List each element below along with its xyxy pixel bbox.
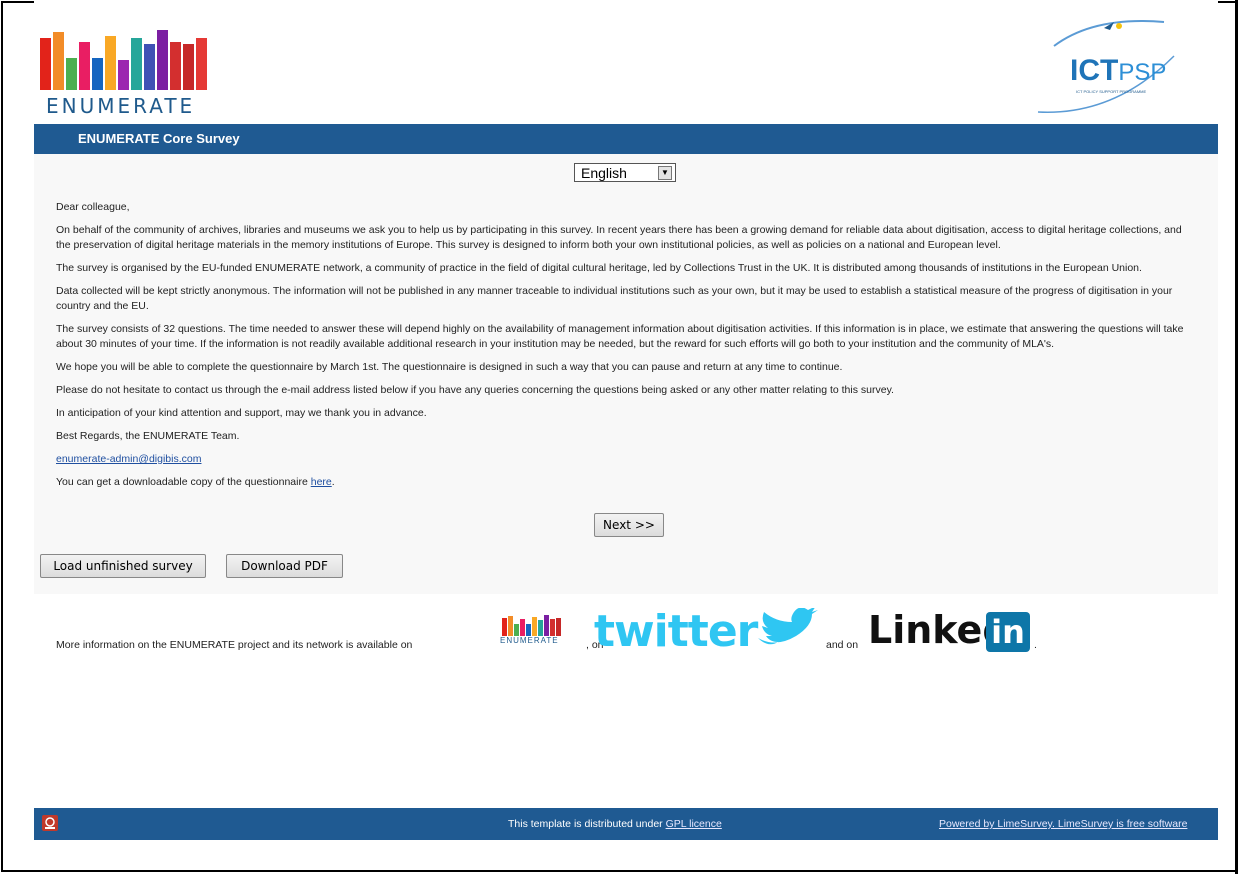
- twitter-link[interactable]: twitter: [594, 606, 758, 657]
- download-pdf-button[interactable]: Download PDF: [226, 554, 343, 578]
- enumerate-mini-logo-link[interactable]: ENUMERATE: [480, 614, 586, 646]
- linkedin-in-icon[interactable]: in: [986, 612, 1030, 652]
- logo-text: ENUMERATE: [46, 94, 196, 118]
- mini-logo-text: ENUMERATE: [500, 636, 559, 645]
- language-select[interactable]: English ▼: [574, 163, 676, 182]
- paragraph: The survey is organised by the EU-funded…: [56, 262, 1142, 274]
- ict-logo-caption: ICT POLICY SUPPORT PROGRAMME: [1076, 89, 1147, 94]
- paragraph: The survey consists of 32 questions. The…: [56, 323, 1184, 350]
- download-text: You can get a downloadable copy of the q…: [56, 476, 308, 488]
- dropdown-arrow-icon[interactable]: ▼: [658, 166, 672, 180]
- next-button[interactable]: Next >>: [594, 513, 664, 537]
- survey-title: ENUMERATE Core Survey: [78, 131, 240, 146]
- download-suffix: .: [331, 476, 335, 488]
- more-info-text: More information on the ENUMERATE projec…: [56, 639, 413, 651]
- load-unfinished-survey-button[interactable]: Load unfinished survey: [40, 554, 206, 578]
- survey-page: ENUMERATE ICTPSP ICT POLICY SUPPORT PROG…: [34, 0, 1218, 874]
- paragraph: Please do not hesitate to contact us thr…: [56, 384, 894, 396]
- paragraph: We hope you will be able to complete the…: [56, 361, 843, 373]
- limesurvey-link[interactable]: Powered by LimeSurvey. LimeSurvey is fre…: [939, 818, 1187, 830]
- licence-note: This template is distributed under GPL l…: [508, 818, 722, 830]
- welcome-text: Dear colleague, On behalf of the communi…: [56, 200, 1196, 498]
- ict-logo-title: ICTPSP: [1070, 54, 1167, 87]
- twitter-bird-icon: [758, 608, 818, 645]
- signoff: Best Regards, the ENUMERATE Team.: [56, 430, 240, 442]
- enumerate-logo: ENUMERATE: [40, 24, 210, 118]
- paragraph: On behalf of the community of archives, …: [56, 224, 1182, 251]
- survey-title-bar: ENUMERATE Core Survey: [34, 124, 1218, 154]
- end-dot: .: [1034, 639, 1037, 651]
- more-info-row: More information on the ENUMERATE projec…: [56, 606, 1196, 657]
- ict-psp-logo: ICTPSP ICT POLICY SUPPORT PROGRAMME: [1034, 16, 1184, 116]
- download-paragraph: You can get a downloadable copy of the q…: [56, 475, 1196, 490]
- powered-by: Powered by LimeSurvey. LimeSurvey is fre…: [939, 818, 1187, 830]
- download-here-link[interactable]: here: [311, 476, 332, 488]
- paragraph: In anticipation of your kind attention a…: [56, 407, 427, 419]
- and-on-text: and on: [826, 639, 859, 651]
- digibis-icon[interactable]: [42, 815, 58, 831]
- greeting: Dear colleague,: [56, 201, 130, 213]
- email-link[interactable]: enumerate-admin@digibis.com: [56, 453, 201, 465]
- email-paragraph: enumerate-admin@digibis.com: [56, 452, 1196, 467]
- page-footer: This template is distributed under GPL l…: [34, 808, 1218, 840]
- page-header: ENUMERATE ICTPSP ICT POLICY SUPPORT PROG…: [34, 0, 1218, 124]
- licence-text: This template is distributed under: [508, 818, 663, 830]
- paragraph: Data collected will be kept strictly ano…: [56, 285, 1173, 312]
- language-selected: English: [581, 165, 627, 181]
- gpl-licence-link[interactable]: GPL licence: [666, 818, 722, 830]
